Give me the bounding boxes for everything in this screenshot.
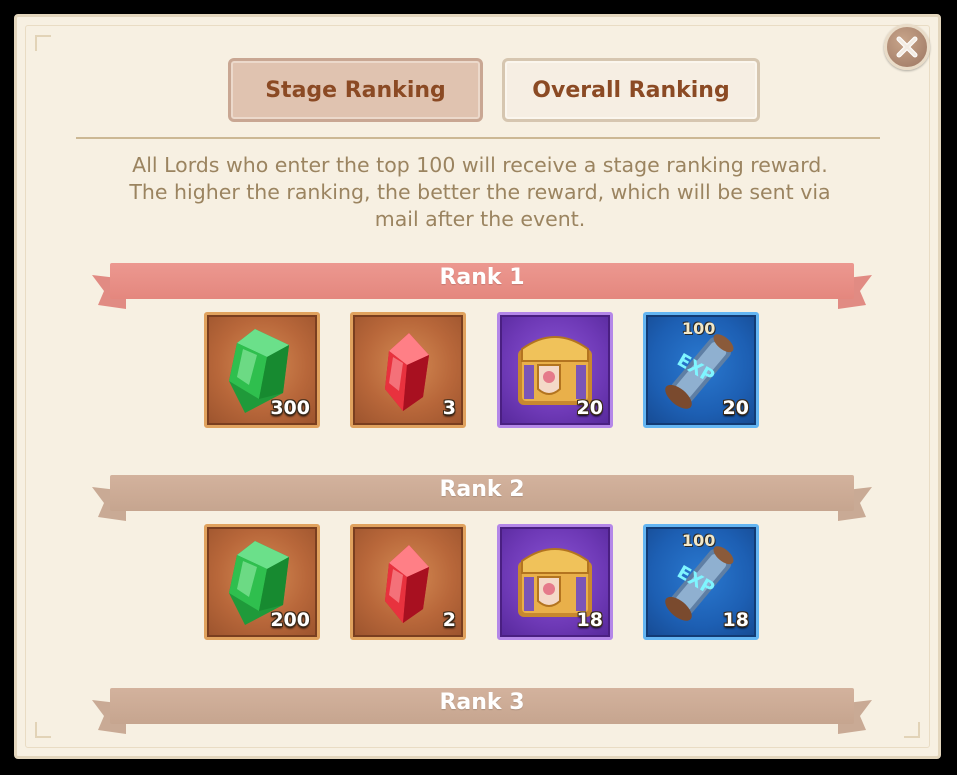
reward-quantity: 20 (722, 397, 749, 419)
reward-exp-scroll[interactable]: EXP 100 18 (643, 524, 759, 640)
rank-3-banner: Rank 3 (92, 688, 872, 734)
reward-quantity: 18 (722, 609, 749, 631)
tab-stage-ranking-label: Stage Ranking (265, 77, 446, 103)
tab-overall-ranking-label: Overall Ranking (532, 77, 730, 103)
reward-quantity: 18 (576, 609, 603, 631)
reward-description: All Lords who enter the top 100 will rec… (129, 153, 831, 231)
reward-exp-scroll[interactable]: EXP 100 20 (643, 312, 759, 428)
reward-green-gem[interactable]: 300 (204, 312, 320, 428)
reward-quantity: 20 (576, 397, 603, 419)
divider (76, 137, 880, 139)
corner-ornament (904, 722, 920, 738)
reward-red-gem[interactable]: 2 (350, 524, 466, 640)
reward-quantity: 200 (270, 609, 310, 631)
reward-quantity: 300 (270, 397, 310, 419)
corner-ornament (35, 35, 51, 51)
rank-1-rewards: 300 3 20 EXP 100 20 (0, 312, 957, 432)
rank-label: Rank 2 (439, 477, 525, 502)
exp-amount-label: 100 (682, 319, 716, 338)
reward-quantity: 2 (442, 609, 456, 631)
reward-quantity: 3 (442, 397, 456, 419)
tab-overall-ranking[interactable]: Overall Ranking (502, 58, 760, 122)
close-icon (896, 36, 918, 58)
rank-2-banner: Rank 2 (92, 475, 872, 521)
reward-red-gem[interactable]: 3 (350, 312, 466, 428)
exp-amount-label: 100 (682, 531, 716, 550)
tab-stage-ranking[interactable]: Stage Ranking (228, 58, 483, 122)
rank-2-rewards: 200 2 18 EXP 100 18 (0, 524, 957, 644)
rank-label: Rank 3 (439, 690, 525, 715)
close-button[interactable] (884, 24, 930, 70)
reward-treasure-chest[interactable]: 18 (497, 524, 613, 640)
reward-green-gem[interactable]: 200 (204, 524, 320, 640)
rank-1-banner: Rank 1 (92, 263, 872, 309)
corner-ornament (35, 722, 51, 738)
rank-label: Rank 1 (439, 265, 525, 290)
reward-treasure-chest[interactable]: 20 (497, 312, 613, 428)
